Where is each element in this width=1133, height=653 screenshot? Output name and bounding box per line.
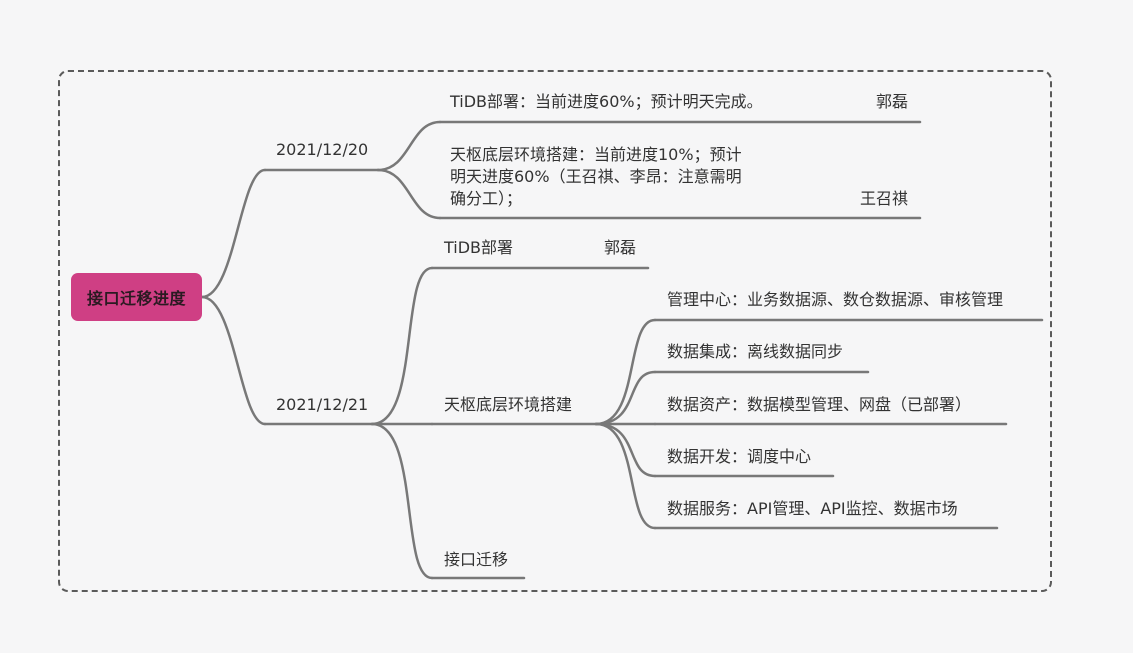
task-tianshu-progress-line2[interactable]: 明天进度60%（王召祺、李昂：注意需明 [450, 165, 742, 189]
subtask-data-services[interactable]: 数据服务：API管理、API监控、数据市场 [667, 497, 958, 521]
edge-root-day1 [200, 168, 267, 299]
subtask-data-assets[interactable]: 数据资产：数据模型管理、网盘（已部署） [667, 393, 971, 417]
task-tidb-progress[interactable]: TiDB部署：当前进度60%；预计明天完成。 [450, 90, 763, 114]
owner-label: 王召祺 [860, 189, 909, 208]
task-interface-migration[interactable]: 接口迁移 [444, 548, 508, 572]
edge-day1-task2 [376, 168, 442, 220]
edge-tianshu-child4 [594, 422, 657, 478]
edge-day2-migrate [370, 422, 434, 580]
subtask-data-development[interactable]: 数据开发：调度中心 [667, 445, 811, 469]
owner-label: 郭磊 [604, 238, 637, 257]
owner-label: 郭磊 [876, 92, 909, 111]
edge-root-day2 [200, 295, 267, 426]
edge-day2-tidb [370, 266, 434, 426]
task-tianshu-progress-line3[interactable]: 确分工）； [450, 187, 522, 211]
edge-day1-task1 [376, 120, 442, 172]
task-tianshu-progress-line1[interactable]: 天枢底层环境搭建：当前进度10%；预计 [450, 143, 742, 167]
subtask-data-integration[interactable]: 数据集成：离线数据同步 [667, 340, 843, 364]
task-tidb[interactable]: TiDB部署 [444, 236, 513, 260]
date-2021-12-21[interactable]: 2021/12/21 [276, 393, 368, 417]
task-tianshu[interactable]: 天枢底层环境搭建 [444, 393, 572, 417]
edge-tianshu-child2 [594, 370, 657, 426]
date-2021-12-20[interactable]: 2021/12/20 [276, 138, 368, 162]
root-topic[interactable]: 接口迁移进度 [71, 273, 202, 321]
subtask-management-center[interactable]: 管理中心：业务数据源、数仓数据源、审核管理 [667, 288, 1003, 312]
mindmap-canvas: 接口迁移进度 2021/12/20 2021/12/21 TiDB部署：当前进度… [0, 0, 1133, 653]
